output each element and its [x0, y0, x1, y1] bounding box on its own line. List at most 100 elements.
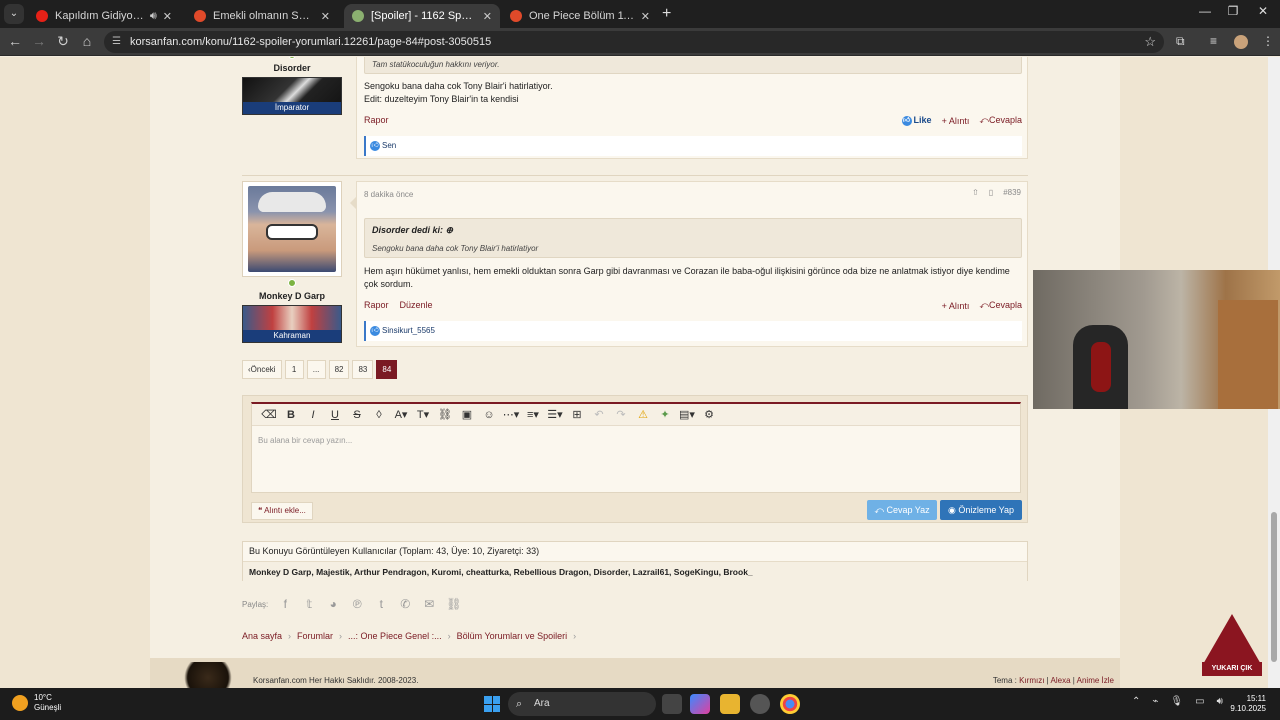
extensions-icon[interactable]: ⧉ [1176, 34, 1185, 49]
close-tab-icon[interactable]: ✕ [641, 10, 650, 23]
strikethrough-icon[interactable]: S [346, 409, 368, 421]
tab-search-icon[interactable]: ⌄ [4, 4, 24, 24]
back-to-top-button[interactable]: YUKARI ÇIK [1202, 614, 1262, 678]
page-link[interactable]: 82 [328, 360, 350, 379]
minimize-icon[interactable]: — [1190, 4, 1220, 18]
more-icon[interactable]: ⋯▾ [500, 408, 522, 421]
reaction-users[interactable]: Sinsikurt_5565 [382, 326, 435, 335]
weather-widget[interactable]: 10°C Güneşli [12, 693, 61, 713]
site-info-icon[interactable]: ☰ [112, 31, 121, 53]
username[interactable]: Disorder [242, 63, 342, 73]
maximize-icon[interactable]: ❐ [1218, 4, 1248, 18]
settings-icon[interactable]: ⚙ [698, 408, 720, 421]
clock[interactable]: 15:11 9.10.2025 [1230, 694, 1266, 714]
network-icon[interactable]: ⌁ [1152, 696, 1158, 707]
post-time[interactable]: 8 dakika önce [364, 190, 413, 199]
breadcrumb-item[interactable]: ...: One Piece Genel :... [348, 631, 442, 641]
pinterest-icon[interactable]: ℗ [350, 597, 364, 611]
reply-button[interactable]: ⤺Cevapla [979, 115, 1022, 126]
quote-button[interactable]: + Alıntı [942, 301, 970, 311]
close-tab-icon[interactable]: ✕ [321, 10, 330, 23]
mic-icon[interactable]: 🎙︎ [1170, 696, 1183, 707]
theme-selector[interactable]: Kırmızı [1019, 676, 1044, 685]
close-tab-icon[interactable]: ✕ [483, 10, 492, 23]
copilot-icon[interactable] [690, 694, 710, 714]
link-icon[interactable]: ⛓ [434, 408, 456, 421]
table-icon[interactable]: ⊞ [566, 408, 588, 421]
reload-icon[interactable]: ↻ [54, 33, 72, 50]
page-link[interactable]: 1 [284, 360, 304, 379]
post-number[interactable]: #839 [1003, 188, 1021, 197]
forward-icon[interactable]: → [30, 33, 48, 49]
volume-icon[interactable]: 🔊︎ [1217, 696, 1223, 707]
audio-icon[interactable]: 🔊︎ [150, 10, 157, 23]
reaction-users[interactable]: Sen [382, 141, 396, 150]
breadcrumb-item[interactable]: Ana sayfa [242, 631, 282, 641]
spoiler-warning-icon[interactable]: ⚠ [632, 408, 654, 421]
report-link[interactable]: Rapor [364, 300, 389, 310]
list-icon[interactable]: ☰▾ [544, 408, 566, 421]
email-icon[interactable]: ✉ [422, 597, 436, 611]
font-size-icon[interactable]: T▾ [412, 408, 434, 421]
redo-icon[interactable]: ↷ [610, 408, 632, 421]
home-icon[interactable]: ⌂ [78, 33, 96, 49]
page-ellipsis[interactable]: ... [306, 360, 326, 379]
bold-icon[interactable]: B [280, 409, 302, 421]
task-view-icon[interactable] [662, 694, 682, 714]
reply-button[interactable]: ⤺Cevapla [979, 300, 1022, 311]
alexa-link[interactable]: Alexa [1051, 676, 1071, 685]
menu-icon[interactable]: ⋮ [1262, 34, 1274, 48]
bookmark-icon[interactable]: ▯ [989, 188, 993, 197]
breadcrumb-item[interactable]: Forumlar [297, 631, 333, 641]
share-icon[interactable]: ⇧ [972, 188, 979, 197]
file-explorer-icon[interactable] [720, 694, 740, 714]
link-icon[interactable]: ⛓ [446, 597, 461, 611]
text-color-icon[interactable]: ◊ [368, 409, 390, 421]
quote-author[interactable]: Disorder dedi ki: ⊕ [365, 219, 1021, 236]
report-link[interactable]: Rapor [364, 115, 389, 125]
edit-link[interactable]: Düzenle [400, 300, 433, 310]
image-icon[interactable]: ▣ [456, 408, 478, 421]
tab-youtube[interactable]: Kapıldım Gidiyorum - YouTube 🔊︎ ✕ [28, 4, 180, 28]
current-page[interactable]: 84 [376, 360, 398, 379]
align-icon[interactable]: ≡▾ [522, 408, 544, 421]
editor-placeholder[interactable]: Bu alana bir cevap yazın... [258, 436, 352, 445]
reading-list-icon[interactable]: ≡ [1210, 34, 1217, 48]
italic-icon[interactable]: I [302, 409, 324, 421]
tumblr-icon[interactable]: t [374, 597, 388, 611]
new-tab-button[interactable]: + [662, 5, 671, 23]
back-icon[interactable]: ← [6, 33, 24, 49]
add-quote-button[interactable]: ❝ Alıntı ekle... [251, 502, 313, 520]
tab-spoiler[interactable]: [Spoiler] - 1162 Spoiler Yorumları ✕ [344, 4, 500, 28]
reddit-icon[interactable]: ◕ [326, 597, 340, 611]
reply-submit-button[interactable]: ⤺ Cevap Yaz [867, 500, 937, 520]
viewers-list[interactable]: Monkey D Garp, Majestik, Arthur Pendrago… [243, 561, 1027, 581]
breadcrumb-item[interactable]: Bölüm Yorumları ve Spoileri [457, 631, 568, 641]
username[interactable]: Monkey D Garp [242, 291, 342, 301]
profile-avatar[interactable] [1234, 35, 1248, 49]
like-button[interactable]: 👍︎ Like [901, 115, 932, 126]
taskbar-search[interactable]: ⌕ Ara [508, 692, 656, 716]
quote-button[interactable]: + Alıntı [942, 116, 970, 126]
close-window-icon[interactable]: ✕ [1248, 4, 1278, 18]
preview-button[interactable]: ◉ Önizleme Yap [940, 500, 1022, 520]
insert-icon[interactable]: ✦ [654, 408, 676, 421]
undo-icon[interactable]: ↶ [588, 408, 610, 421]
clear-format-icon[interactable]: ⌫ [258, 408, 280, 421]
address-bar[interactable]: ☰ korsanfan.com/konu/1162-spoiler-yoruml… [104, 31, 1164, 53]
anime-link[interactable]: Anime İzle [1077, 676, 1114, 685]
app-icon[interactable] [750, 694, 770, 714]
underline-icon[interactable]: U [324, 409, 346, 421]
tab-raw[interactable]: One Piece Bölüm 1162 - RAW'lar ✕ [502, 4, 658, 28]
avatar[interactable] [248, 186, 336, 272]
twitter-icon[interactable]: 𝕥 [302, 597, 316, 611]
prev-page-button[interactable]: ‹Önceki [242, 360, 282, 379]
windows-start-icon[interactable] [484, 696, 500, 712]
page-link[interactable]: 83 [352, 360, 374, 379]
whatsapp-icon[interactable]: ✆ [398, 597, 412, 611]
chevron-up-icon[interactable]: ⌃ [1132, 696, 1140, 707]
tab-sengoku[interactable]: Emekli olmanın Sengoku'yu değiştirmesi ✕ [186, 4, 338, 28]
scrollbar-thumb[interactable] [1271, 512, 1277, 662]
font-family-icon[interactable]: A▾ [390, 408, 412, 421]
bookmark-star-icon[interactable]: ☆ [1144, 31, 1156, 53]
